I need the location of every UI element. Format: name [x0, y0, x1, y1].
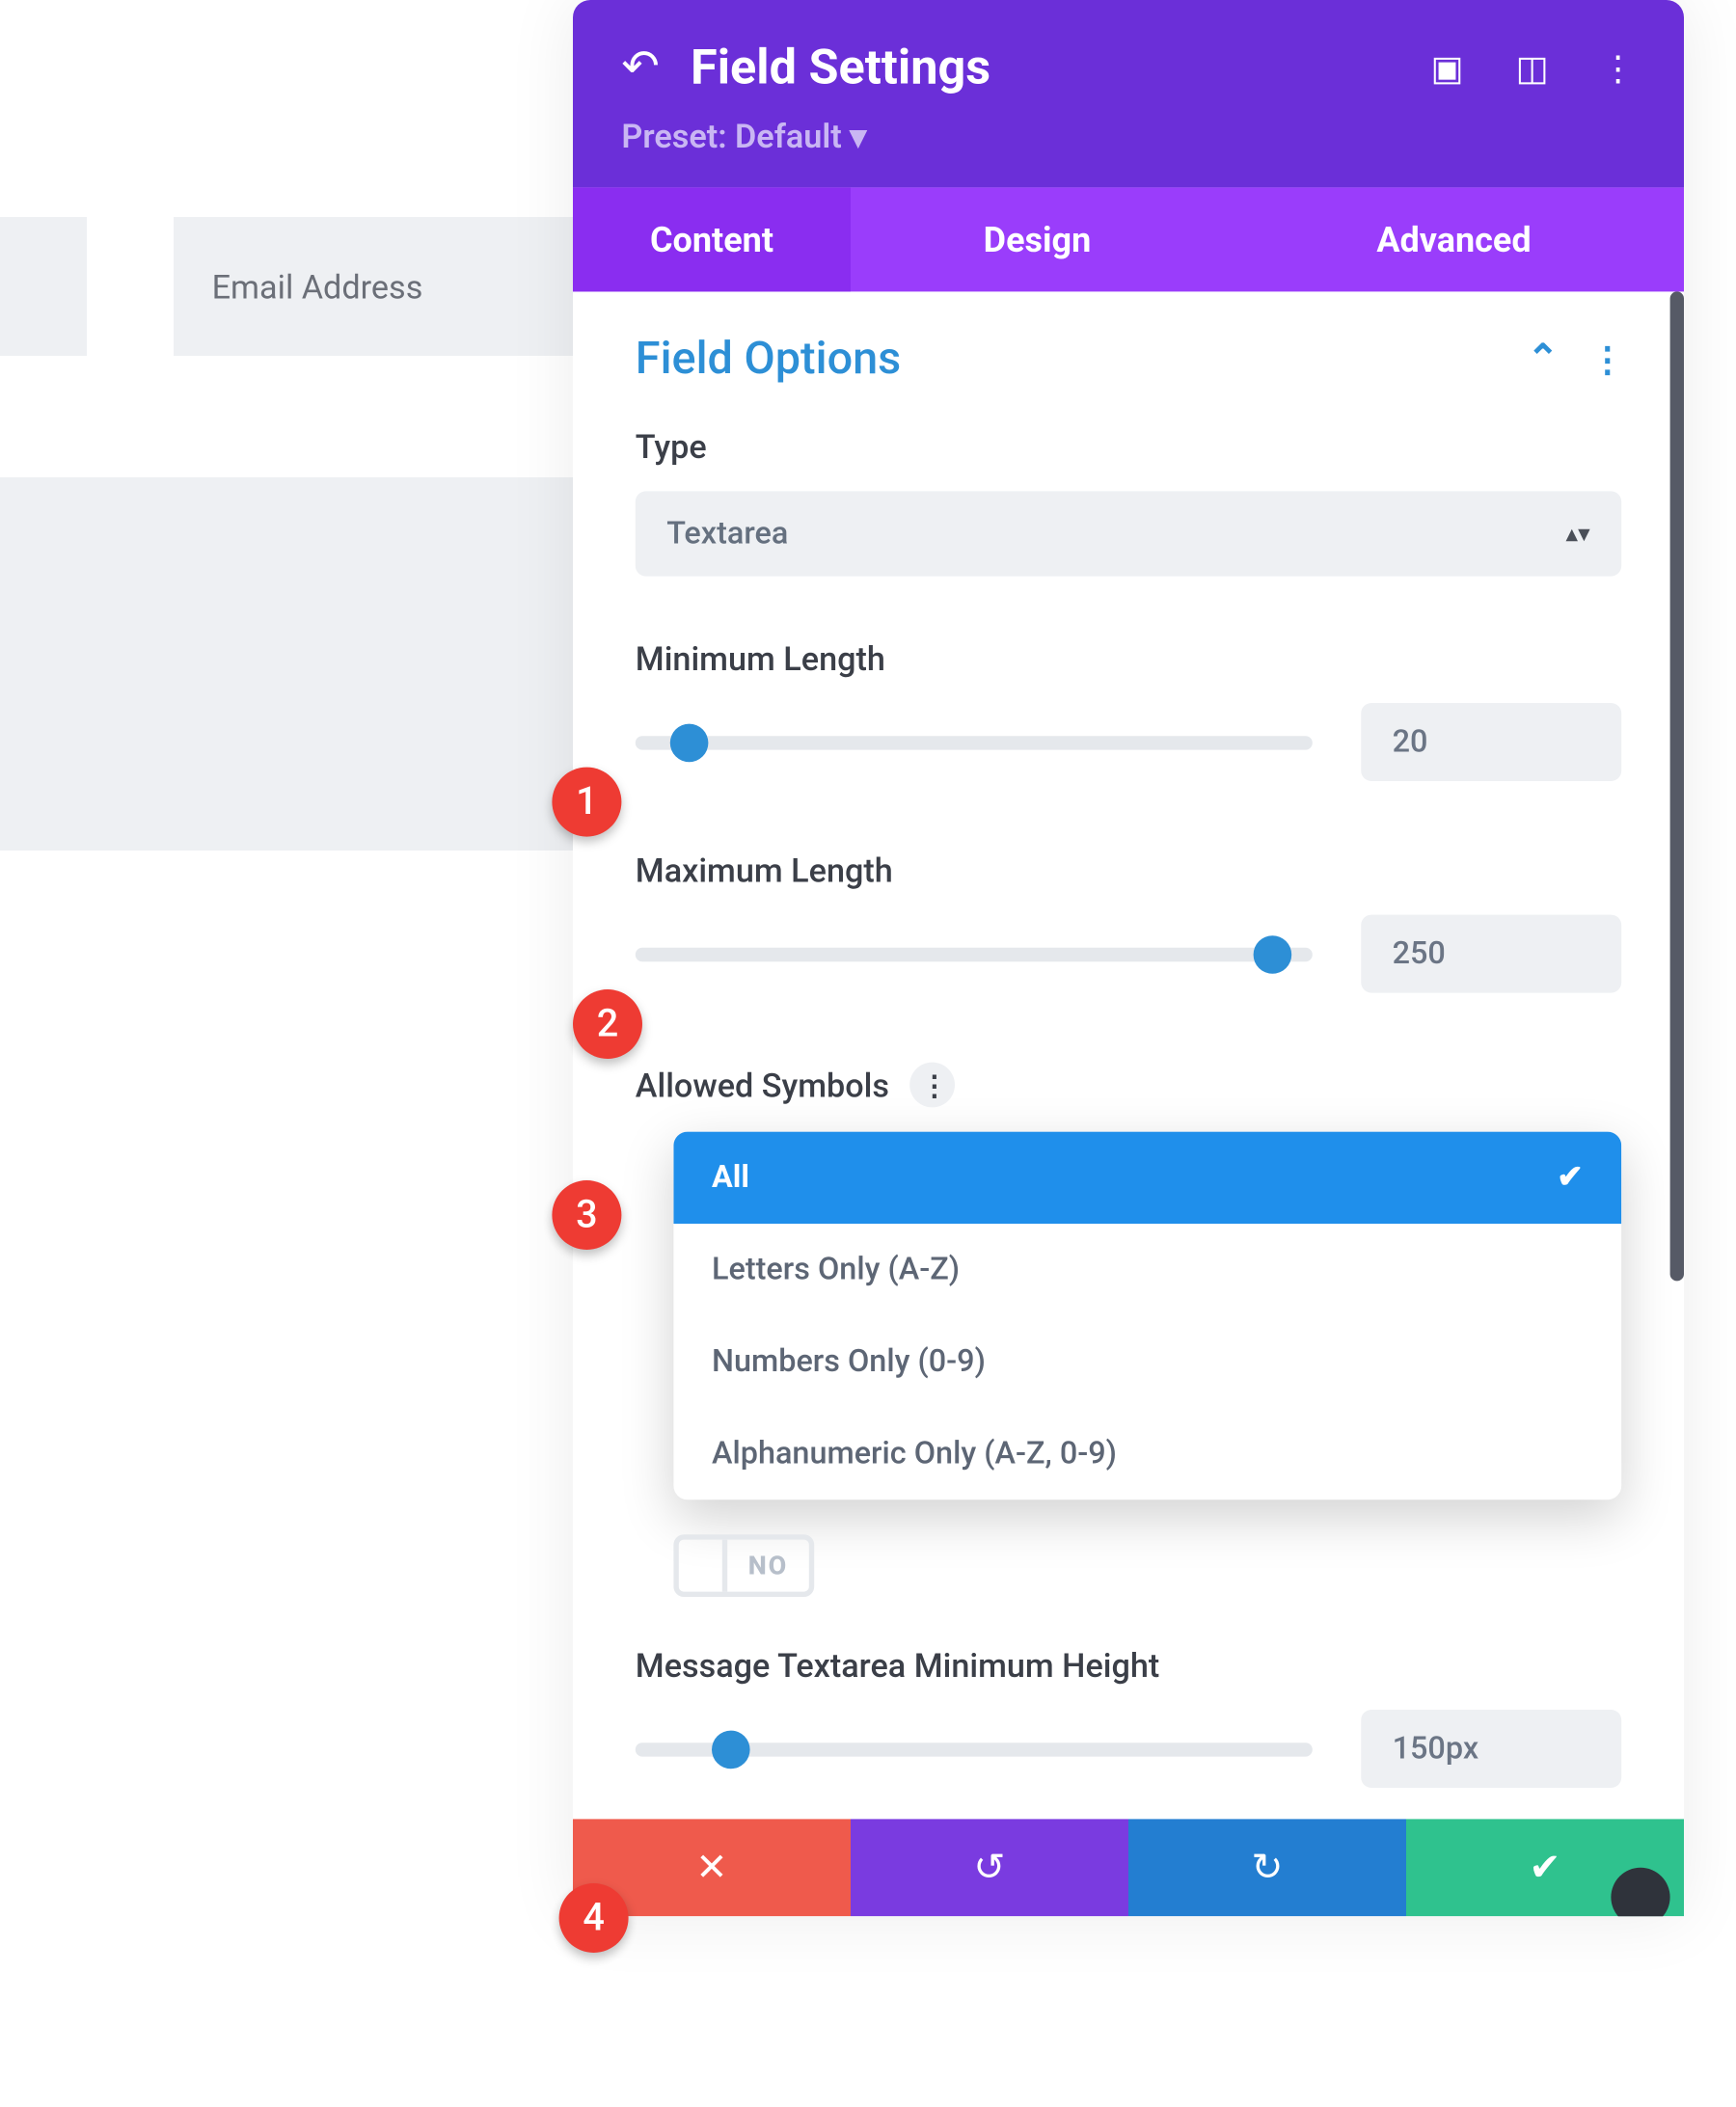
min-length-label: Minimum Length [636, 638, 1621, 678]
allowed-symbols-label: Allowed Symbols ⋮ [636, 1063, 1621, 1108]
max-length-value[interactable]: 250 [1361, 915, 1621, 993]
allowed-symbols-dropdown: All ✔ Letters Only (A-Z) Numbers Only (0… [673, 1132, 1621, 1500]
undo-button[interactable]: ↺ [851, 1819, 1128, 1916]
check-icon: ✔ [1529, 1846, 1560, 1889]
panel-title: Field Settings [691, 39, 1431, 95]
close-icon: ✕ [695, 1846, 727, 1889]
panel-body: Field Options ⌃ ⋮ Type Textarea ▴▾ Minim… [573, 291, 1684, 1788]
bg-textarea-stub [0, 477, 573, 851]
type-value: Textarea [666, 516, 788, 553]
tab-bar: Content Design Advanced [573, 187, 1684, 291]
allowed-option-alphanumeric[interactable]: Alphanumeric Only (A-Z, 0-9) [673, 1408, 1621, 1499]
max-length-slider[interactable] [636, 947, 1313, 960]
toggle-knob [679, 1540, 727, 1592]
min-length-slider[interactable] [636, 735, 1313, 748]
msg-height-slider[interactable] [636, 1742, 1313, 1755]
allowed-option-letters[interactable]: Letters Only (A-Z) [673, 1224, 1621, 1315]
min-length-value[interactable]: 20 [1361, 703, 1621, 781]
toggle-no-label: NO [727, 1540, 808, 1592]
toggle-no[interactable]: NO [673, 1534, 814, 1597]
msg-height-label: Message Textarea Minimum Height [636, 1645, 1226, 1685]
check-icon: ✔ [1557, 1159, 1583, 1196]
tab-content[interactable]: Content [573, 187, 851, 291]
max-length-thumb[interactable] [1253, 934, 1291, 973]
section-menu-icon[interactable]: ⋮ [1590, 338, 1621, 380]
allowed-option-numbers[interactable]: Numbers Only (0-9) [673, 1315, 1621, 1407]
tab-design[interactable]: Design [851, 187, 1224, 291]
back-icon[interactable]: ↶ [621, 41, 659, 93]
annotation-1: 1 [552, 768, 621, 837]
min-length-thumb[interactable] [670, 723, 709, 762]
collapse-icon[interactable]: ⌃ [1527, 338, 1559, 381]
type-select[interactable]: Textarea ▴▾ [636, 491, 1621, 576]
allowed-option-all[interactable]: All ✔ [673, 1132, 1621, 1224]
tab-advanced[interactable]: Advanced [1224, 187, 1684, 291]
msg-height-value[interactable]: 150px [1361, 1710, 1621, 1788]
allowed-symbols-more-icon[interactable]: ⋮ [910, 1063, 956, 1108]
redo-button[interactable]: ↻ [1128, 1819, 1406, 1916]
annotation-2: 2 [573, 989, 642, 1059]
redo-icon: ↻ [1251, 1846, 1283, 1889]
panel-footer: ✕ ↺ ↻ ✔ [573, 1819, 1684, 1916]
annotation-3: 3 [552, 1180, 621, 1250]
undo-icon: ↺ [973, 1846, 1005, 1889]
more-icon[interactable]: ⋮ [1601, 46, 1636, 88]
allowed-option-all-label: All [712, 1159, 749, 1196]
section-title[interactable]: Field Options [636, 334, 1527, 386]
email-field[interactable]: Email Address [174, 217, 573, 356]
preset-dropdown[interactable]: Preset: Default ▾ [621, 117, 1635, 156]
annotation-4: 4 [559, 1883, 629, 1953]
msg-height-thumb[interactable] [711, 1730, 749, 1769]
max-length-label: Maximum Length [636, 851, 1621, 890]
select-caret-icon: ▴▾ [1565, 520, 1589, 548]
scrollbar[interactable] [1670, 291, 1684, 1281]
bg-field-stub [0, 217, 87, 356]
focus-icon[interactable]: ▣ [1431, 46, 1464, 88]
type-label: Type [636, 427, 1621, 467]
columns-icon[interactable]: ◫ [1516, 46, 1549, 88]
panel-header: ↶ Field Settings ▣ ◫ ⋮ Preset: Default ▾ [573, 0, 1684, 187]
allowed-symbols-text: Allowed Symbols [636, 1065, 889, 1104]
settings-panel: ↶ Field Settings ▣ ◫ ⋮ Preset: Default ▾… [573, 0, 1684, 1916]
